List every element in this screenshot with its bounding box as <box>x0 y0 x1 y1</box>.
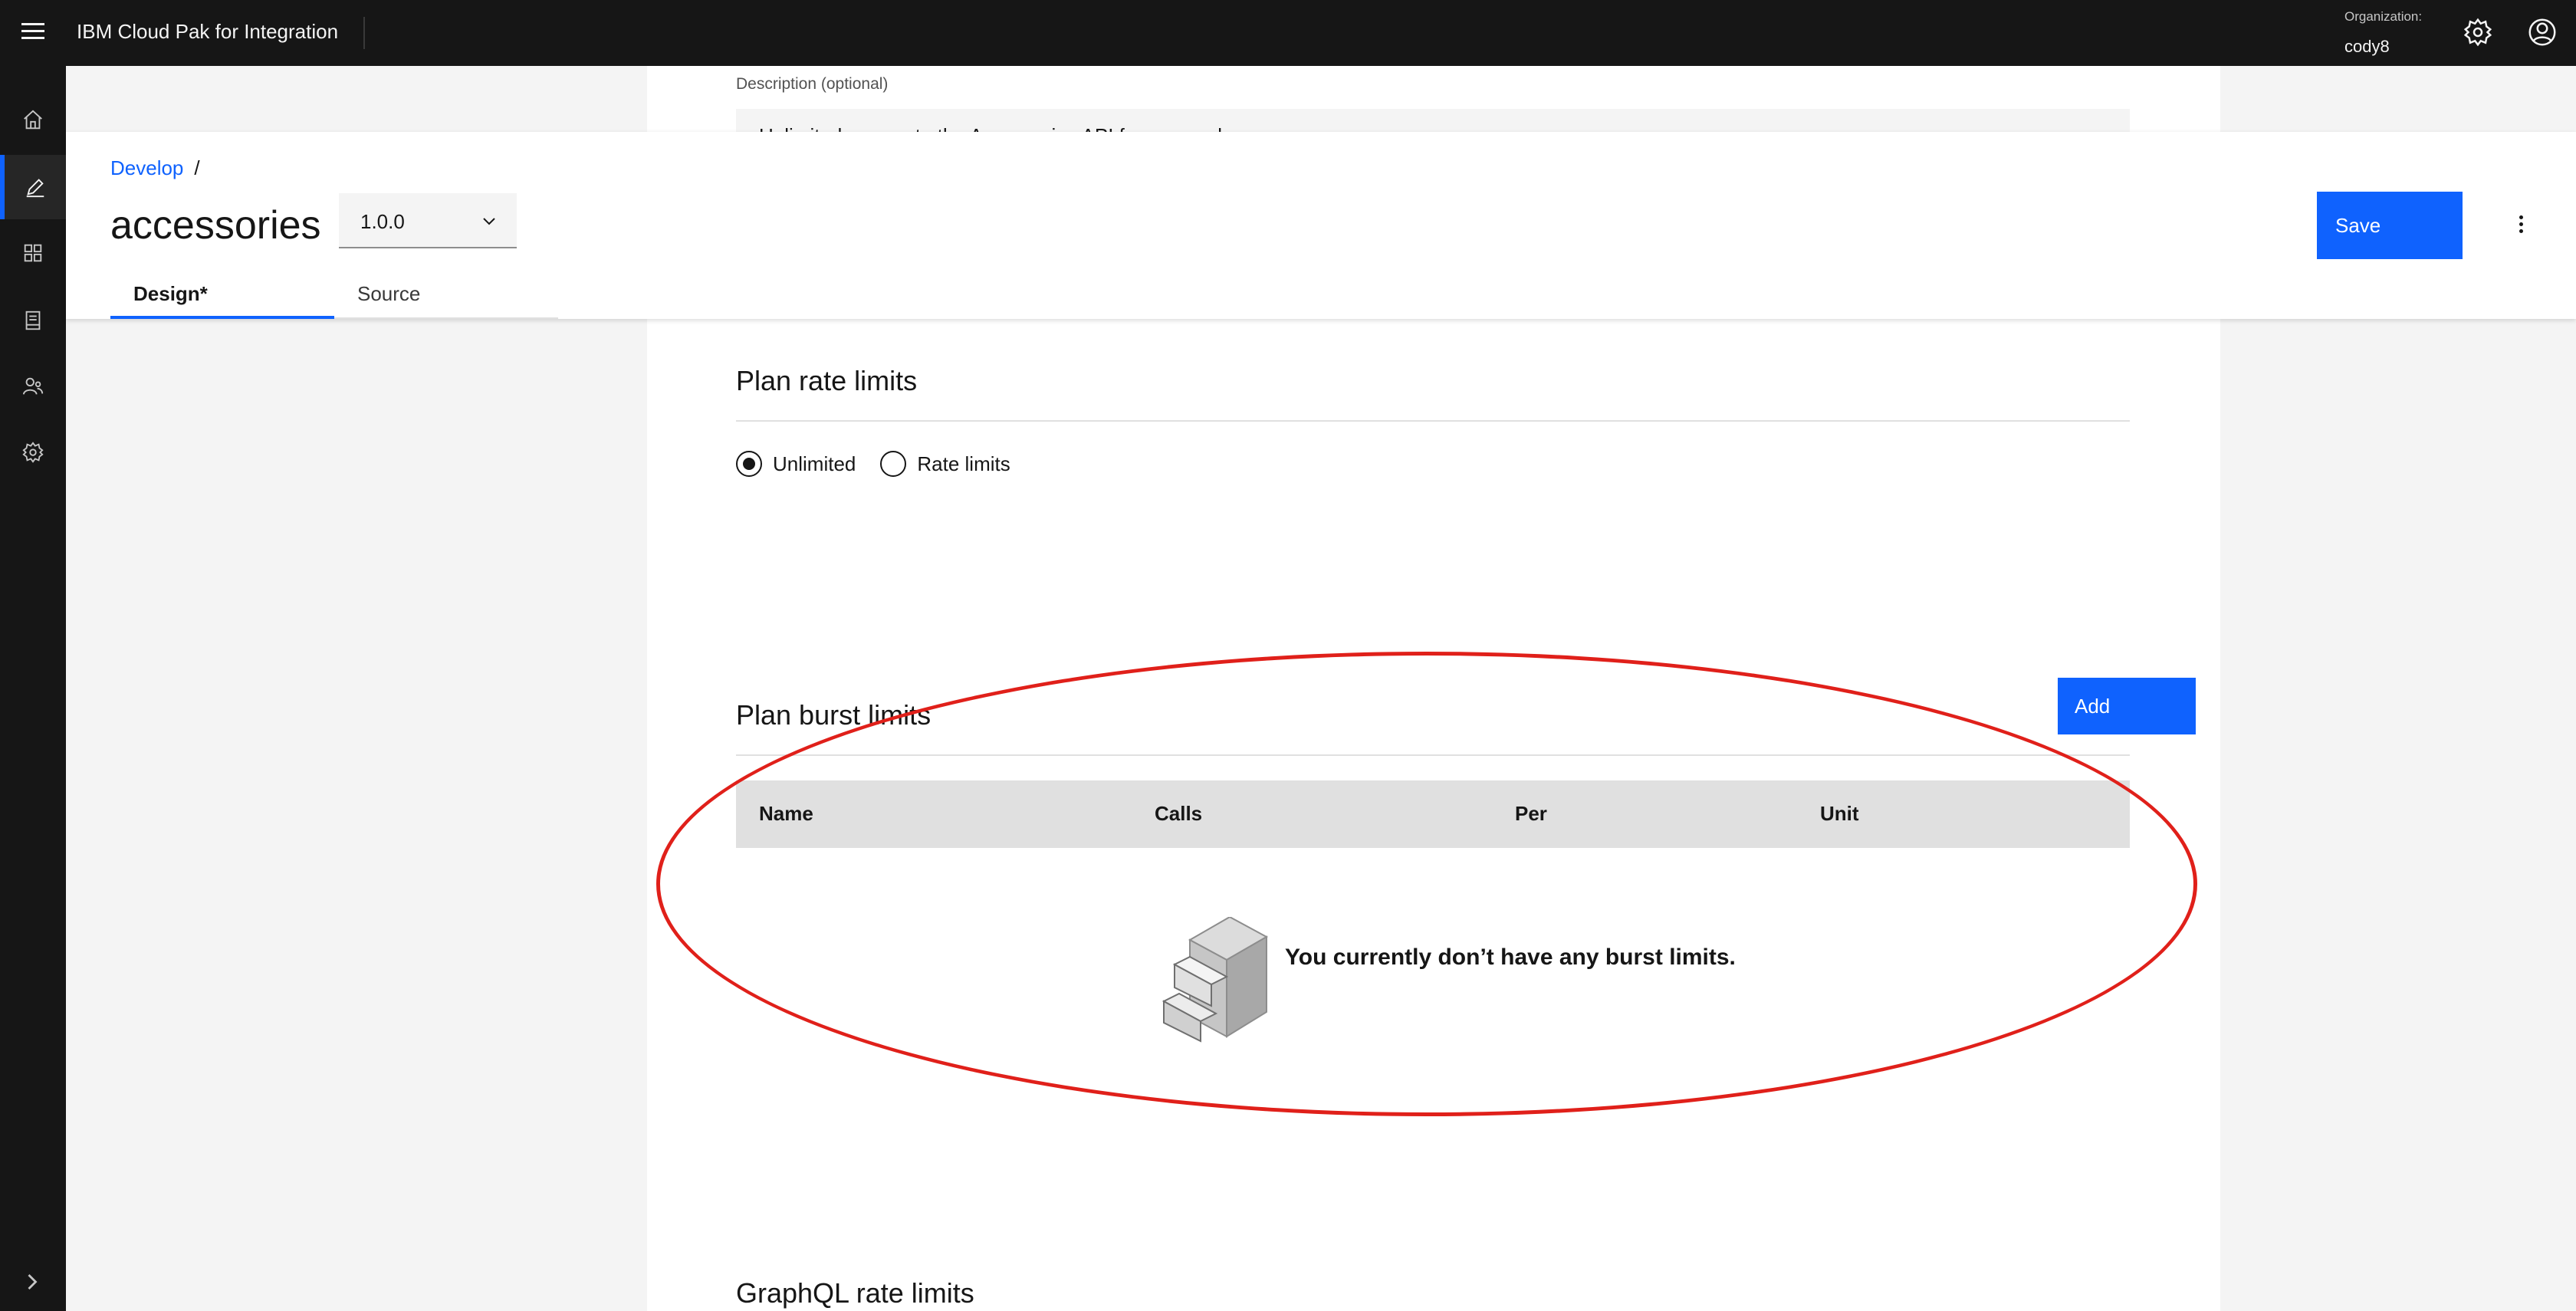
rate-limit-options: Unlimited Rate limits <box>736 451 1035 477</box>
nav-members[interactable] <box>0 354 66 419</box>
unlimited-radio[interactable] <box>736 451 762 477</box>
description-label: Description (optional) <box>736 75 889 93</box>
version-select-value: 1.0.0 <box>360 210 405 233</box>
header-divider <box>363 17 365 49</box>
nav-home[interactable] <box>0 87 66 152</box>
unlimited-radio-label[interactable]: Unlimited <box>773 452 856 476</box>
empty-state-message: You currently don’t have any burst limit… <box>1285 945 1736 970</box>
plan-burst-limits-title: Plan burst limits <box>736 699 932 731</box>
nav-documents[interactable] <box>0 288 66 353</box>
home-icon <box>24 110 42 130</box>
burst-limits-table-header: Name Calls Per Unit <box>736 780 2130 848</box>
apps-icon <box>24 244 42 262</box>
top-header: IBM Cloud Pak for Integration Organizati… <box>0 0 2576 66</box>
rate-limits-radio[interactable] <box>880 451 907 477</box>
radio-selected-dot <box>743 458 755 470</box>
nav-develop[interactable] <box>0 155 66 219</box>
column-header-unit: Unit <box>1820 802 1859 825</box>
overflow-menu-icon[interactable] <box>2505 209 2536 239</box>
app-title[interactable]: IBM Cloud Pak for Integration <box>77 20 338 44</box>
filing-cabinet-icon <box>1162 917 1269 1043</box>
column-header-name: Name <box>759 802 813 825</box>
users-icon <box>22 377 44 395</box>
page-title: accessories <box>110 203 321 248</box>
breadcrumb: Develop / <box>110 156 200 180</box>
tab-source[interactable]: Source <box>334 279 558 319</box>
hamburger-menu-icon[interactable] <box>20 18 46 44</box>
graphql-rate-limits-title: GraphQL rate limits <box>736 1277 974 1309</box>
plan-rate-limits-title: Plan rate limits <box>736 365 918 396</box>
save-button[interactable]: Save <box>2317 192 2463 259</box>
settings-icon <box>22 442 44 463</box>
section-divider <box>736 754 2130 756</box>
side-navigation <box>0 66 66 1311</box>
chevron-right-icon[interactable] <box>18 1268 46 1296</box>
nav-apps[interactable] <box>0 221 66 285</box>
version-select[interactable]: 1.0.0 <box>339 193 517 248</box>
rate-limits-radio-label[interactable]: Rate limits <box>917 452 1010 476</box>
chevron-down-icon <box>483 218 495 225</box>
page-header: Develop / accessories 1.0.0 Design* Sour… <box>66 132 2576 319</box>
edit-icon <box>26 179 44 198</box>
column-header-calls: Calls <box>1155 802 1203 825</box>
tab-design[interactable]: Design* <box>110 279 334 319</box>
settings-icon[interactable] <box>2463 17 2493 48</box>
document-icon <box>25 310 41 330</box>
breadcrumb-separator: / <box>194 156 200 179</box>
breadcrumb-develop-link[interactable]: Develop <box>110 156 183 180</box>
section-divider <box>736 420 2130 422</box>
nav-settings[interactable] <box>0 420 66 485</box>
column-header-per: Per <box>1515 802 1547 825</box>
add-burst-limit-button[interactable]: Add <box>2058 678 2196 734</box>
organization-name[interactable]: cody8 <box>2344 37 2390 57</box>
user-avatar-icon[interactable] <box>2527 17 2558 48</box>
organization-label: Organization: <box>2344 9 2423 24</box>
